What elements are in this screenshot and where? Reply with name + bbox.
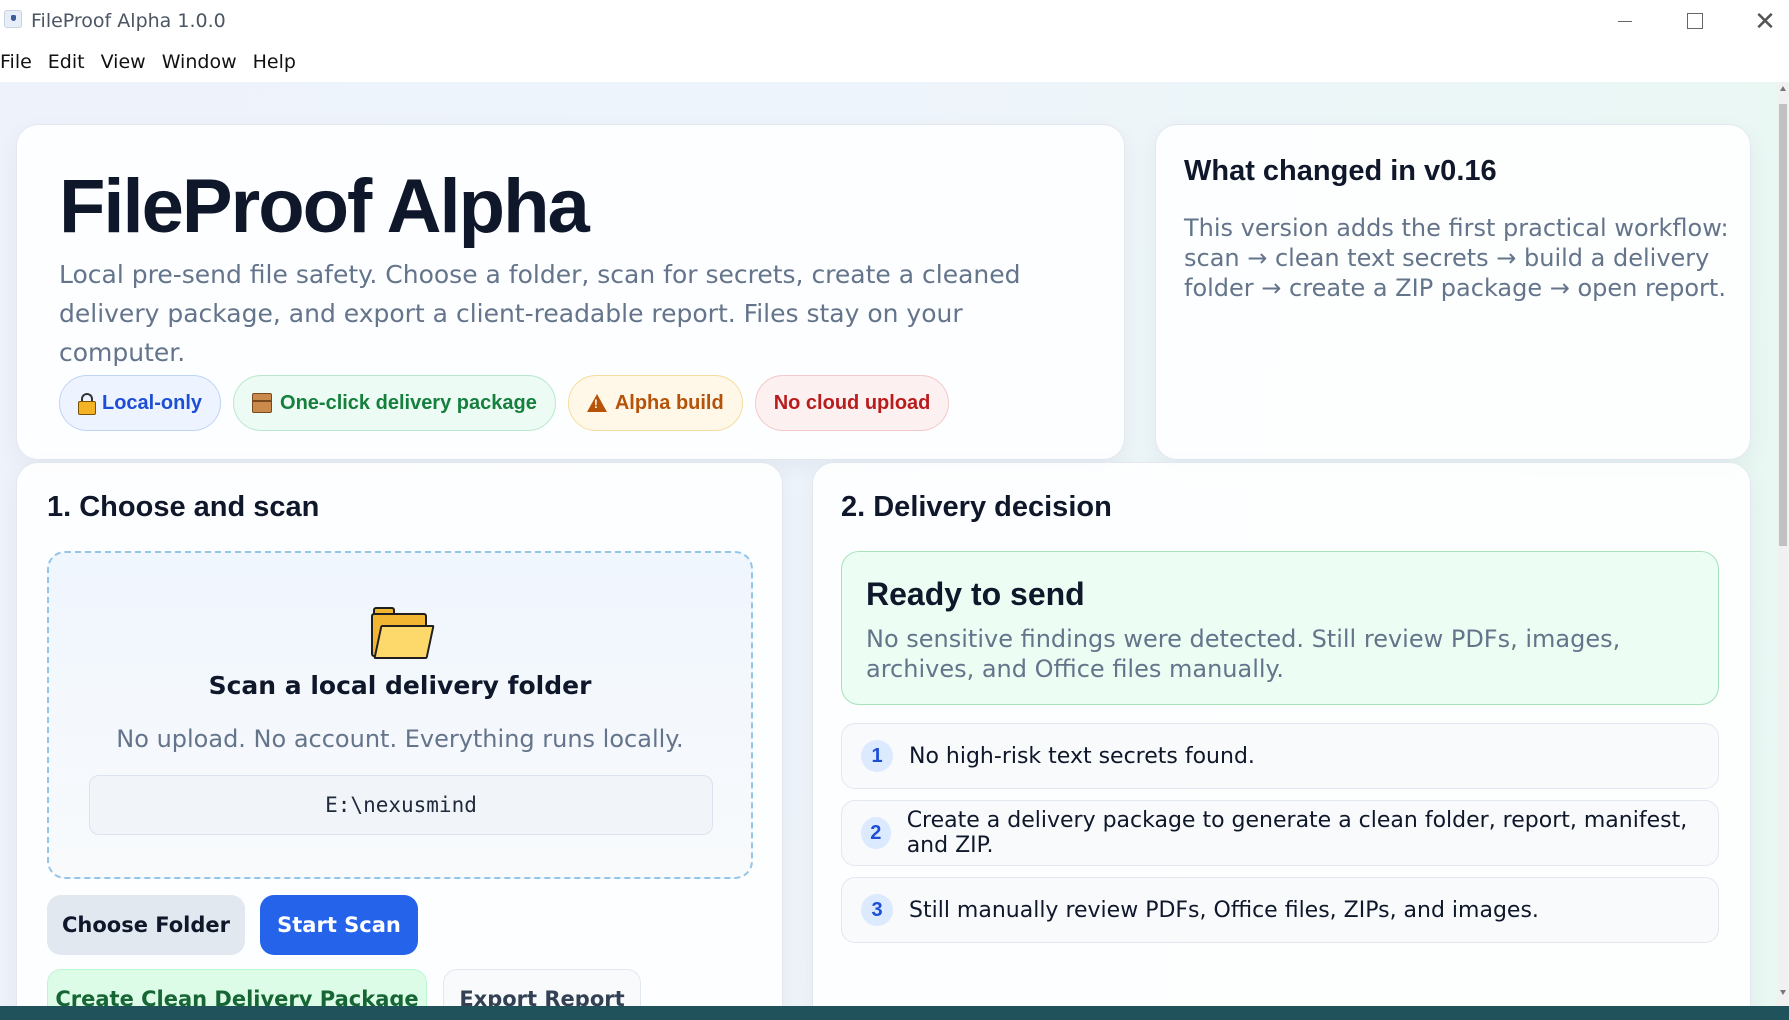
menu-window[interactable]: Window [162, 51, 253, 73]
minimize-icon[interactable] [1590, 0, 1660, 42]
pill-label: Local-only [102, 391, 203, 414]
window-title: FileProof Alpha 1.0.0 [31, 10, 226, 32]
export-report-button[interactable]: Export Report [443, 969, 641, 1006]
changes-body: This version adds the first practical wo… [1184, 214, 1729, 302]
warning-icon [586, 394, 607, 412]
step-item: 1 No high-risk text secrets found. [841, 723, 1719, 789]
folder-path-field[interactable]: E:\nexusmind [89, 775, 713, 835]
app-shield-icon [4, 10, 22, 28]
pill-local-only: Local-only [59, 375, 222, 431]
dropzone-title: Scan a local delivery folder [208, 671, 592, 700]
page-title: FileProof Alpha [59, 164, 590, 249]
scroll-down-icon[interactable] [1780, 990, 1786, 995]
status-title: Ready to send [866, 576, 1085, 612]
taskbar-strip [0, 1006, 1789, 1020]
pill-label: Alpha build [614, 391, 724, 414]
feature-pills: Local-only One-click delivery package Al… [59, 375, 950, 431]
package-icon [252, 393, 273, 413]
step-item: 2 Create a delivery package to generate … [841, 800, 1719, 866]
menu-help[interactable]: Help [253, 51, 305, 73]
choose-folder-button[interactable]: Choose Folder [47, 895, 245, 955]
pill-label: One-click delivery package [280, 391, 537, 414]
step-text: Still manually review PDFs, Office files… [909, 897, 1539, 923]
changes-title: What changed in v0.16 [1184, 155, 1497, 187]
folder-icon [371, 607, 435, 659]
hero-card: FileProof Alpha Local pre-send file safe… [16, 124, 1125, 460]
pill-label: No cloud upload [773, 391, 931, 414]
step-number: 3 [861, 894, 893, 926]
step-text: No high-risk text secrets found. [909, 743, 1255, 769]
title-bar: FileProof Alpha 1.0.0 ✕ [0, 0, 1789, 42]
status-panel: Ready to send No sensitive findings were… [841, 551, 1719, 705]
status-body: No sensitive findings were detected. Sti… [866, 625, 1621, 683]
menu-bar: File Edit View Window Help [0, 42, 1789, 82]
menu-file[interactable]: File [0, 51, 48, 73]
section-title: 2. Delivery decision [841, 491, 1112, 523]
folder-dropzone[interactable]: Scan a local delivery folder No upload. … [47, 551, 753, 879]
close-icon[interactable]: ✕ [1730, 0, 1789, 42]
create-package-button[interactable]: Create Clean Delivery Package [47, 969, 427, 1006]
step-number: 1 [861, 740, 893, 772]
hero-subtitle: Local pre-send file safety. Choose a fol… [59, 260, 1021, 367]
scroll-up-icon[interactable] [1780, 86, 1786, 91]
step-number: 2 [861, 817, 891, 849]
section-title: 1. Choose and scan [47, 491, 320, 523]
start-scan-button[interactable]: Start Scan [260, 895, 418, 955]
vertical-scrollbar[interactable] [1777, 82, 1789, 1006]
pill-alpha-build: Alpha build [567, 375, 743, 431]
changes-card: What changed in v0.16 This version adds … [1155, 124, 1751, 460]
step-item: 3 Still manually review PDFs, Office fil… [841, 877, 1719, 943]
menu-view[interactable]: View [101, 51, 162, 73]
scroll-thumb[interactable] [1779, 104, 1787, 546]
pill-delivery-package: One-click delivery package [233, 375, 556, 431]
choose-scan-card: 1. Choose and scan Scan a local delivery… [16, 462, 783, 1006]
step-text: Create a delivery package to generate a … [906, 808, 1688, 858]
content-area: FileProof Alpha Local pre-send file safe… [0, 82, 1777, 1006]
maximize-icon[interactable] [1660, 0, 1730, 42]
delivery-decision-card: 2. Delivery decision Ready to send No se… [812, 462, 1751, 1006]
dropzone-subtitle: No upload. No account. Everything runs l… [116, 725, 684, 753]
lock-icon [78, 393, 96, 415]
menu-edit[interactable]: Edit [48, 51, 101, 73]
pill-no-cloud: No cloud upload [754, 375, 950, 431]
